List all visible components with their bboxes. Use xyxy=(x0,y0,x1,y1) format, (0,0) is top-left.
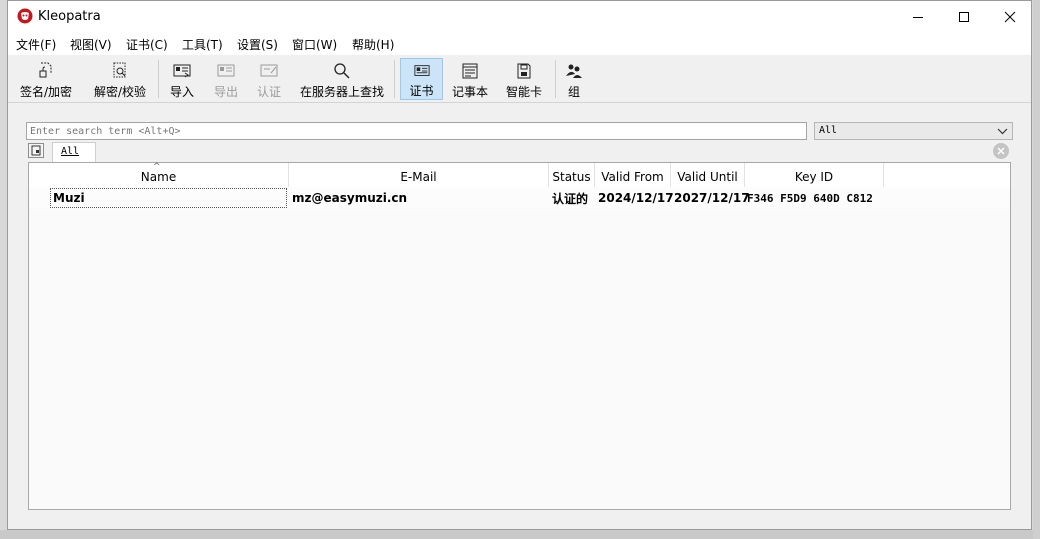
cell-valid-from: 2024/12/17 xyxy=(598,191,674,205)
decrypt-verify-label: 解密/校验 xyxy=(93,85,147,99)
cell-key-id: F346 F5D9 640D C812 xyxy=(747,191,873,205)
column-header-valid-until[interactable]: Valid Until xyxy=(671,163,745,187)
search-icon xyxy=(334,63,350,79)
export-button[interactable]: 导出 xyxy=(210,58,242,100)
column-header-status-label: Status xyxy=(552,170,591,184)
certificate-filter-dropdown[interactable]: All xyxy=(814,122,1013,140)
desktop-background-right xyxy=(1033,0,1040,539)
export-label: 导出 xyxy=(213,85,238,99)
certificates-button[interactable]: 证书 xyxy=(400,58,443,100)
close-tab-button[interactable] xyxy=(993,143,1009,159)
kleopatra-logo-icon xyxy=(17,8,33,24)
notepad-button[interactable]: 记事本 xyxy=(449,58,491,100)
decrypt-verify-button[interactable]: 解密/校验 xyxy=(90,58,150,100)
maximize-button[interactable] xyxy=(941,1,987,33)
column-header-name-label: Name xyxy=(140,170,177,184)
import-icon xyxy=(173,64,191,78)
notepad-label: 记事本 xyxy=(451,85,488,99)
toolbar-separator xyxy=(555,60,556,98)
smartcards-button[interactable]: 智能卡 xyxy=(503,58,545,100)
sign-encrypt-label: 签名/加密 xyxy=(19,85,73,99)
menu-window[interactable]: 窗口(W) xyxy=(292,36,337,53)
smartcard-icon xyxy=(517,63,531,79)
cell-status: 认证的 xyxy=(552,191,589,206)
notepad-icon xyxy=(462,63,478,79)
minimize-button[interactable] xyxy=(895,1,941,33)
certificates-label: 证书 xyxy=(409,84,434,98)
certificate-table: ^ Name E-Mail Status Valid From Valid Un… xyxy=(28,162,1011,510)
menu-view[interactable]: 视图(V) xyxy=(70,36,112,53)
column-header-key-id[interactable]: Key ID xyxy=(745,163,884,187)
close-button[interactable] xyxy=(987,1,1033,33)
cell-name: Muzi xyxy=(50,188,287,208)
tab-all-label: All xyxy=(61,146,80,157)
table-empty-area xyxy=(29,209,1010,509)
tab-all[interactable]: All xyxy=(52,142,96,162)
sort-ascending-icon: ^ xyxy=(153,162,161,172)
cell-valid-until: 2027/12/17 xyxy=(674,191,750,205)
sign-encrypt-button[interactable]: 签名/加密 xyxy=(16,58,76,100)
new-tab-button[interactable] xyxy=(28,143,44,158)
column-header-valid-until-label: Valid Until xyxy=(677,170,738,184)
column-header-email-label: E-Mail xyxy=(400,170,437,184)
lookup-on-server-button[interactable]: 在服务器上查找 xyxy=(298,58,386,100)
certify-icon xyxy=(260,64,278,77)
import-button[interactable]: 导入 xyxy=(166,58,198,100)
table-row[interactable]: Muzi mz@easymuzi.cn 认证的 2024/12/17 2027/… xyxy=(29,187,1010,209)
smartcards-label: 智能卡 xyxy=(505,85,542,99)
certify-label: 认证 xyxy=(256,85,281,99)
minimize-icon xyxy=(913,17,923,18)
menu-certificates[interactable]: 证书(C) xyxy=(126,36,168,53)
toolbar-separator xyxy=(158,60,159,98)
new-tab-icon xyxy=(31,145,41,156)
groups-button[interactable]: 组 xyxy=(561,58,587,100)
groups-icon xyxy=(566,64,582,78)
export-icon xyxy=(217,64,235,77)
chevron-down-icon xyxy=(997,128,1008,135)
window-title: Kleopatra xyxy=(38,9,101,24)
search-input[interactable] xyxy=(26,122,807,140)
menu-bar: 文件(F) 视图(V) 证书(C) 工具(T) 设置(S) 窗口(W) 帮助(H… xyxy=(8,33,1031,55)
menu-tools[interactable]: 工具(T) xyxy=(182,36,223,53)
column-header-email[interactable]: E-Mail xyxy=(289,163,549,187)
sign-encrypt-icon xyxy=(39,62,52,78)
groups-label: 组 xyxy=(567,85,580,99)
column-header-valid-from[interactable]: Valid From xyxy=(595,163,671,187)
cell-email: mz@easymuzi.cn xyxy=(292,191,408,205)
column-header-name[interactable]: ^ Name xyxy=(29,162,289,187)
column-header-key-id-label: Key ID xyxy=(794,170,834,184)
maximize-icon xyxy=(959,12,969,22)
close-icon xyxy=(1004,11,1016,23)
kleopatra-window: Kleopatra 文件(F) 视图(V) 证书(C) 工具(T) 设置(S) … xyxy=(7,0,1032,530)
main-toolbar: 签名/加密 解密/校验 导入 导出 认证 在服务器上查找 证书 记事本 智能卡 … xyxy=(8,55,1031,103)
table-header: ^ Name E-Mail Status Valid From Valid Un… xyxy=(29,162,1010,187)
column-header-valid-from-label: Valid From xyxy=(601,170,664,184)
view-tab-bar: All xyxy=(26,142,1014,162)
import-label: 导入 xyxy=(169,85,194,99)
decrypt-verify-icon xyxy=(113,62,126,78)
title-bar[interactable]: Kleopatra xyxy=(8,1,1031,33)
toolbar-separator xyxy=(394,60,395,98)
column-header-status[interactable]: Status xyxy=(549,163,595,187)
desktop-background xyxy=(0,530,1040,539)
menu-settings[interactable]: 设置(S) xyxy=(237,36,278,53)
certificate-icon xyxy=(413,65,430,76)
close-icon xyxy=(997,147,1005,155)
menu-help[interactable]: 帮助(H) xyxy=(352,36,394,53)
lookup-on-server-label: 在服务器上查找 xyxy=(299,85,384,99)
certify-button[interactable]: 认证 xyxy=(253,58,285,100)
filter-selected-value: All xyxy=(819,125,838,136)
menu-file[interactable]: 文件(F) xyxy=(16,36,56,53)
